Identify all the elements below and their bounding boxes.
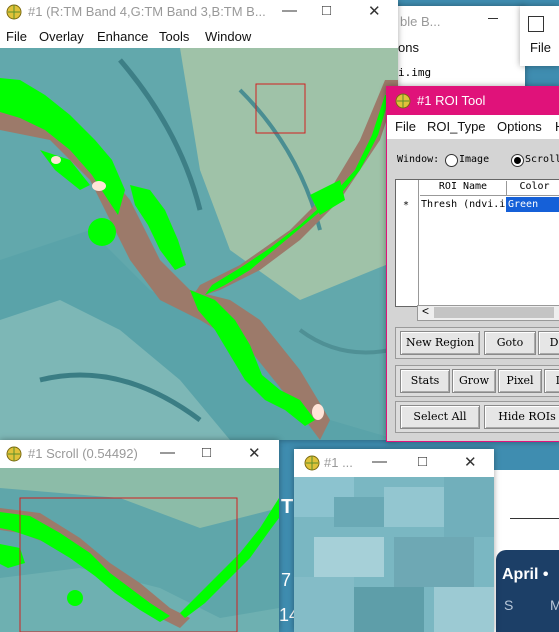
main-image-window: #1 (R:TM Band 4,G:TM Band 3,B:TM B... — … <box>0 0 398 440</box>
roi-menu-file[interactable]: File <box>395 119 416 134</box>
zoom-window: #1 ... — □ ✕ <box>294 449 494 632</box>
calendar-month-label[interactable]: April • <box>502 566 549 584</box>
zoom-title-bar: #1 ... — □ ✕ <box>294 449 494 477</box>
small-window: File <box>520 6 559 66</box>
background-letter-t: T <box>281 496 294 518</box>
options-menu[interactable]: ons <box>398 40 419 55</box>
radio-image[interactable] <box>445 154 458 167</box>
scroll-window: #1 Scroll (0.54492) — □ ✕ <box>0 440 279 632</box>
radio-scroll-label: Scroll <box>525 154 559 165</box>
hide-rois-button[interactable]: Hide ROIs <box>484 405 559 429</box>
envi-globe-icon <box>6 4 22 20</box>
small-window-file-menu[interactable]: File <box>530 40 551 55</box>
envi-globe-icon <box>6 446 22 462</box>
menu-enhance[interactable]: Enhance <box>97 29 148 44</box>
menu-overlay[interactable]: Overlay <box>39 29 84 44</box>
stats-button-group: Stats Grow Pixel D <box>395 365 559 397</box>
envi-globe-icon <box>304 455 320 471</box>
table-row-header-column <box>396 180 419 305</box>
radio-image-label: Image <box>459 154 490 165</box>
main-menu-bar: File Overlay Enhance Tools Window <box>0 26 398 48</box>
roi-table: ROI Name Color * Thresh (ndvi.i Green <box>395 179 559 307</box>
minimize-button[interactable]: — <box>372 453 387 470</box>
roi-name-cell[interactable]: Thresh (ndvi.i <box>421 199 505 210</box>
scroll-image[interactable] <box>0 468 279 632</box>
close-button[interactable]: ✕ <box>464 453 477 471</box>
delete-button[interactable]: Del <box>538 331 559 355</box>
pixel-button[interactable]: Pixel <box>498 369 542 393</box>
horizontal-scrollbar[interactable]: < <box>417 304 559 321</box>
scroll-left-arrow[interactable]: < <box>422 304 429 318</box>
roi-menu-roi-type[interactable]: ROI_Type <box>427 119 486 134</box>
delete-part-button[interactable]: D <box>544 369 559 393</box>
maximize-button[interactable]: □ <box>322 2 331 19</box>
zoom-window-title: #1 ... <box>324 455 353 470</box>
small-window-icon <box>528 16 544 32</box>
roi-menu-bar: File ROI_Type Options H <box>387 115 559 139</box>
calendar-month-bar <box>496 550 559 632</box>
main-title-bar: #1 (R:TM Band 4,G:TM Band 3,B:TM B... — … <box>0 0 398 24</box>
roi-menu-options[interactable]: Options <box>497 119 542 134</box>
goto-button[interactable]: Goto <box>484 331 536 355</box>
calendar-day-s: S <box>504 597 514 613</box>
minimize-button[interactable]: — <box>160 444 175 461</box>
region-button-group: New Region Goto Del <box>395 327 559 359</box>
scroll-title-bar: #1 Scroll (0.54492) — □ ✕ <box>0 440 279 468</box>
radio-scroll-dot <box>514 157 521 164</box>
calendar-divider <box>510 518 559 519</box>
roi-tool-title: #1 ROI Tool <box>417 93 486 108</box>
background-number-7: 7 <box>281 570 292 590</box>
envi-globe-icon <box>395 93 411 109</box>
close-button[interactable]: ✕ <box>368 2 381 20</box>
scrollbar-thumb[interactable] <box>434 307 554 318</box>
menu-tools[interactable]: Tools <box>159 29 189 44</box>
menu-file[interactable]: File <box>6 29 27 44</box>
roi-menu-help[interactable]: H <box>555 119 559 134</box>
grow-button[interactable]: Grow <box>452 369 496 393</box>
roi-tool-title-bar: #1 ROI Tool <box>387 87 559 115</box>
window-label: Window: <box>397 154 440 165</box>
column-header-color[interactable]: Color <box>506 181 559 196</box>
minimize-button[interactable]: — <box>282 2 297 19</box>
calendar-day-m: M <box>550 597 559 613</box>
column-header-roi-name[interactable]: ROI Name <box>420 181 506 196</box>
row-marker: * <box>403 200 410 211</box>
maximize-button[interactable]: □ <box>202 444 211 461</box>
roi-tool-window: #1 ROI Tool File ROI_Type Options H Wind… <box>386 86 559 442</box>
available-bands-title: ble B... <box>400 14 441 29</box>
roi-color-cell[interactable]: Green <box>506 197 559 212</box>
minimize-button[interactable] <box>488 18 498 19</box>
scroll-window-title: #1 Scroll (0.54492) <box>28 446 138 461</box>
menu-window[interactable]: Window <box>205 29 251 44</box>
bands-list-item[interactable]: i.img <box>398 66 431 79</box>
main-window-title: #1 (R:TM Band 4,G:TM Band 3,B:TM B... <box>28 4 266 19</box>
close-button[interactable]: ✕ <box>248 444 261 462</box>
select-button-group: Select All Hide ROIs <box>395 401 559 433</box>
select-all-button[interactable]: Select All <box>400 405 480 429</box>
stats-button[interactable]: Stats <box>400 369 450 393</box>
available-bands-window: ble B... ons i.img <box>380 6 525 96</box>
maximize-button[interactable]: □ <box>418 453 427 470</box>
satellite-image[interactable] <box>0 48 398 440</box>
zoom-image[interactable] <box>294 477 494 632</box>
new-region-button[interactable]: New Region <box>400 331 480 355</box>
